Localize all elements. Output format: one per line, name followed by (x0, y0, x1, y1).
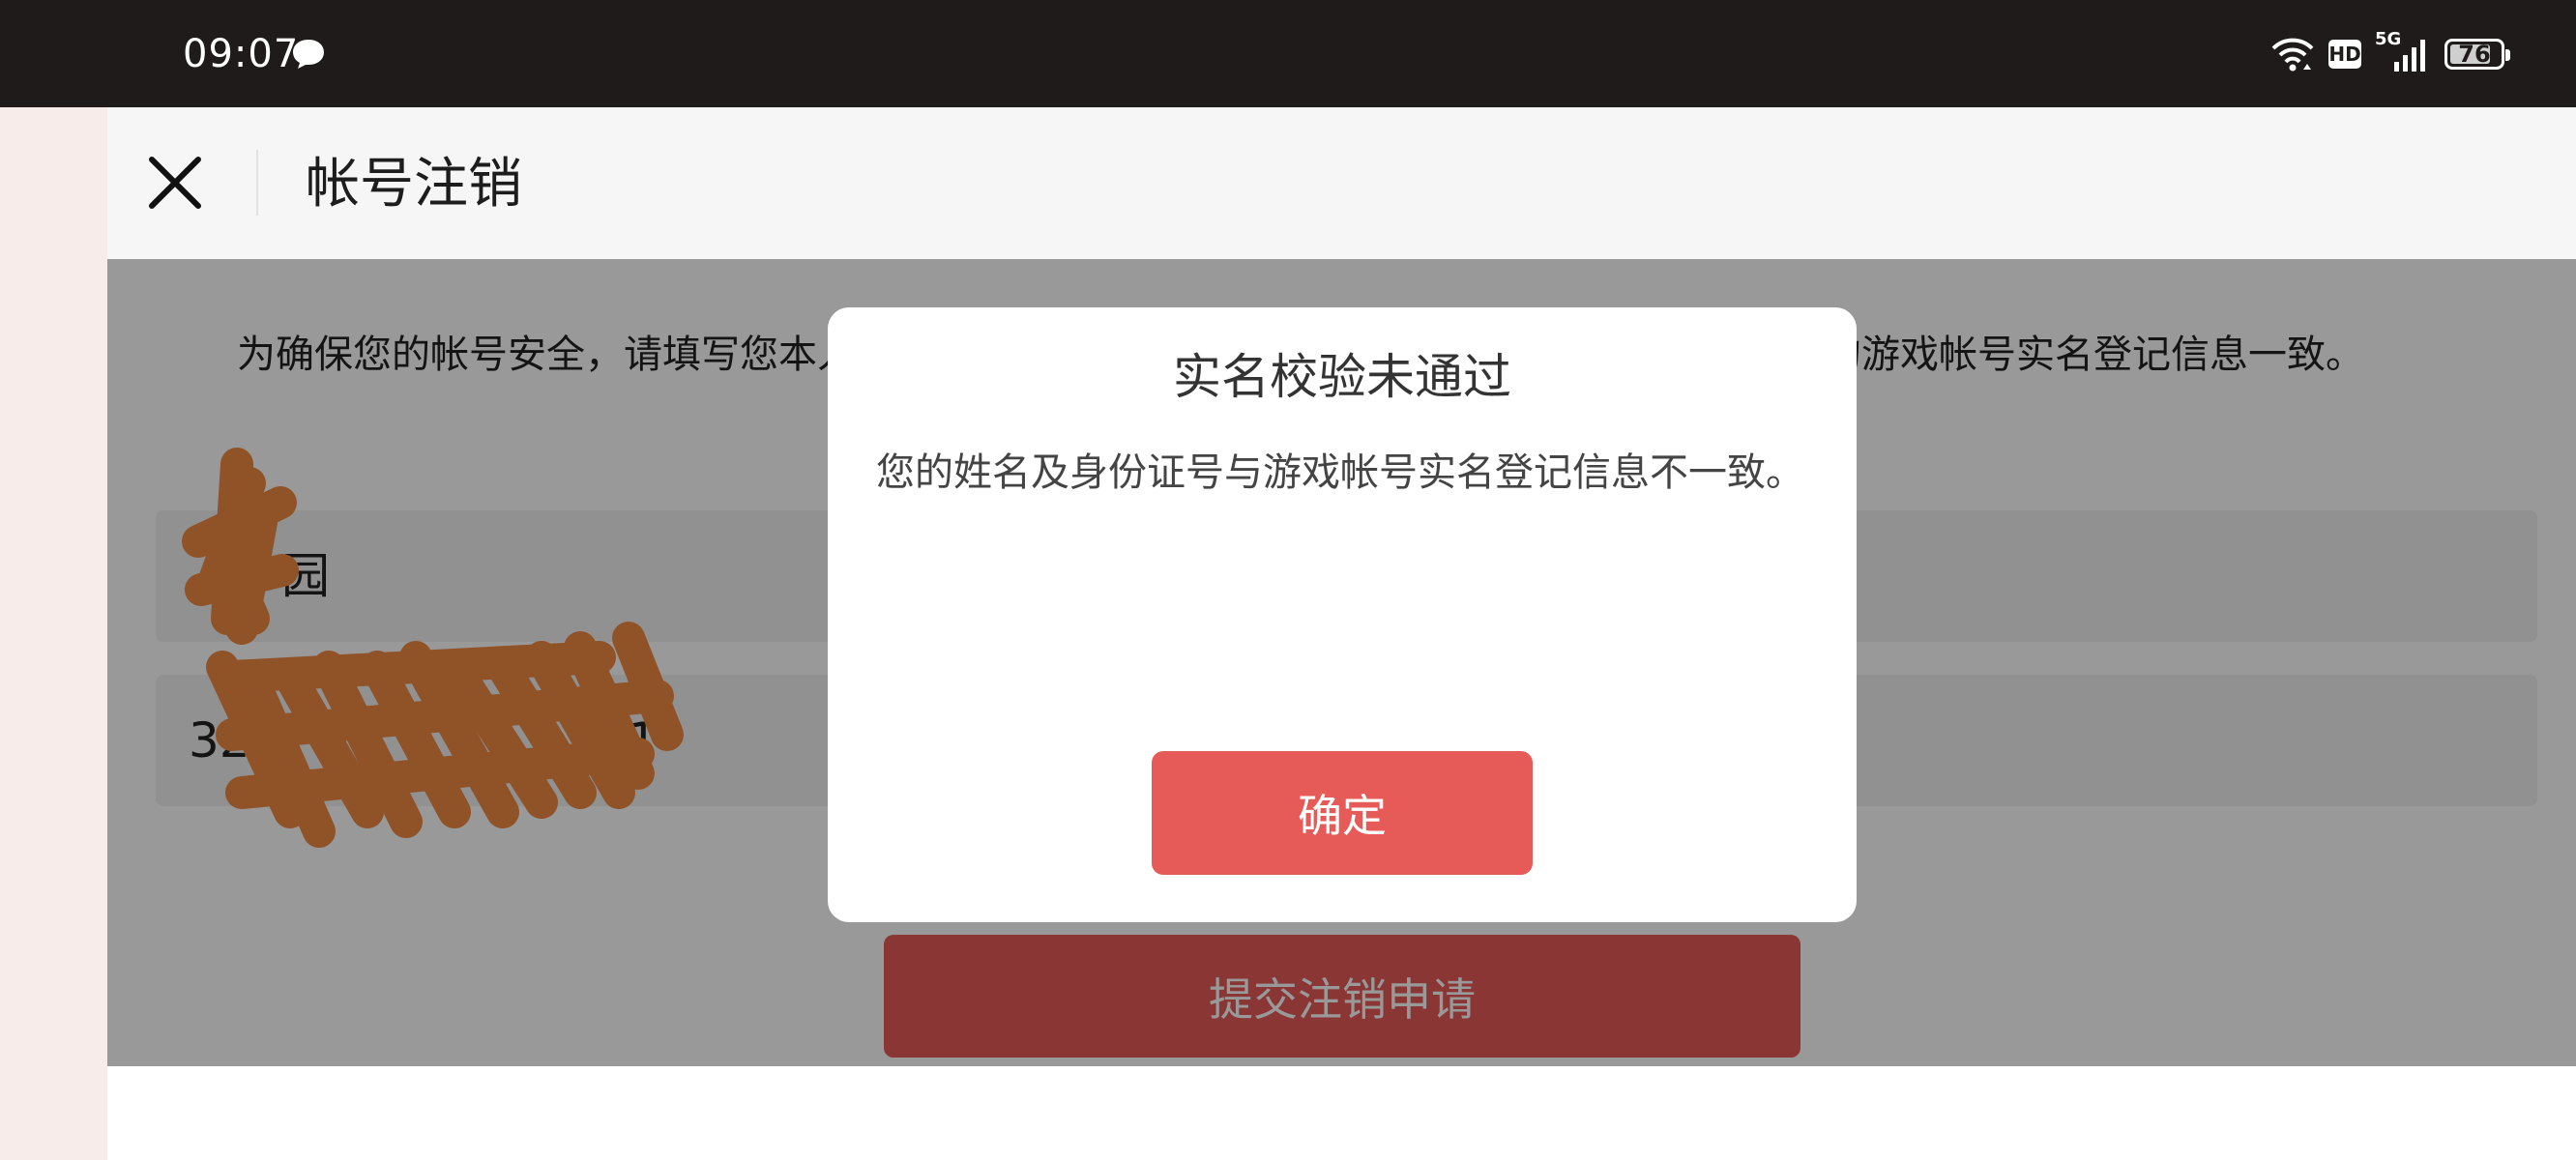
confirm-button[interactable]: 确定 (1152, 751, 1533, 875)
chat-bubble-icon (293, 40, 324, 69)
battery-level: 76 (2458, 41, 2491, 68)
wifi-icon (2271, 38, 2314, 72)
signal-icon: 5G (2375, 29, 2431, 73)
status-bar: 09:07 HD 5G 76 (0, 0, 2576, 107)
status-time: 09:07 (183, 32, 300, 76)
confirm-button-label: 确定 (1298, 790, 1387, 842)
dialog-message: 您的姓名及身份证号与游戏帐号实名登记信息不一致。 (876, 450, 1804, 495)
dialog-title: 实名校验未通过 (1173, 349, 1511, 405)
header-divider (256, 150, 258, 216)
close-icon[interactable] (144, 152, 206, 214)
page-title: 帐号注销 (306, 153, 522, 216)
battery-cap (2505, 49, 2510, 61)
hd-icon: HD (2328, 40, 2361, 69)
status-icons: HD 5G 76 (2270, 29, 2510, 75)
battery-icon: 76 (2444, 39, 2510, 70)
verification-failed-dialog: 实名校验未通过 您的姓名及身份证号与游戏帐号实名登记信息不一致。 确定 (828, 307, 1857, 922)
left-edge-panel (0, 107, 107, 1160)
page-header: 帐号注销 (107, 107, 2576, 259)
